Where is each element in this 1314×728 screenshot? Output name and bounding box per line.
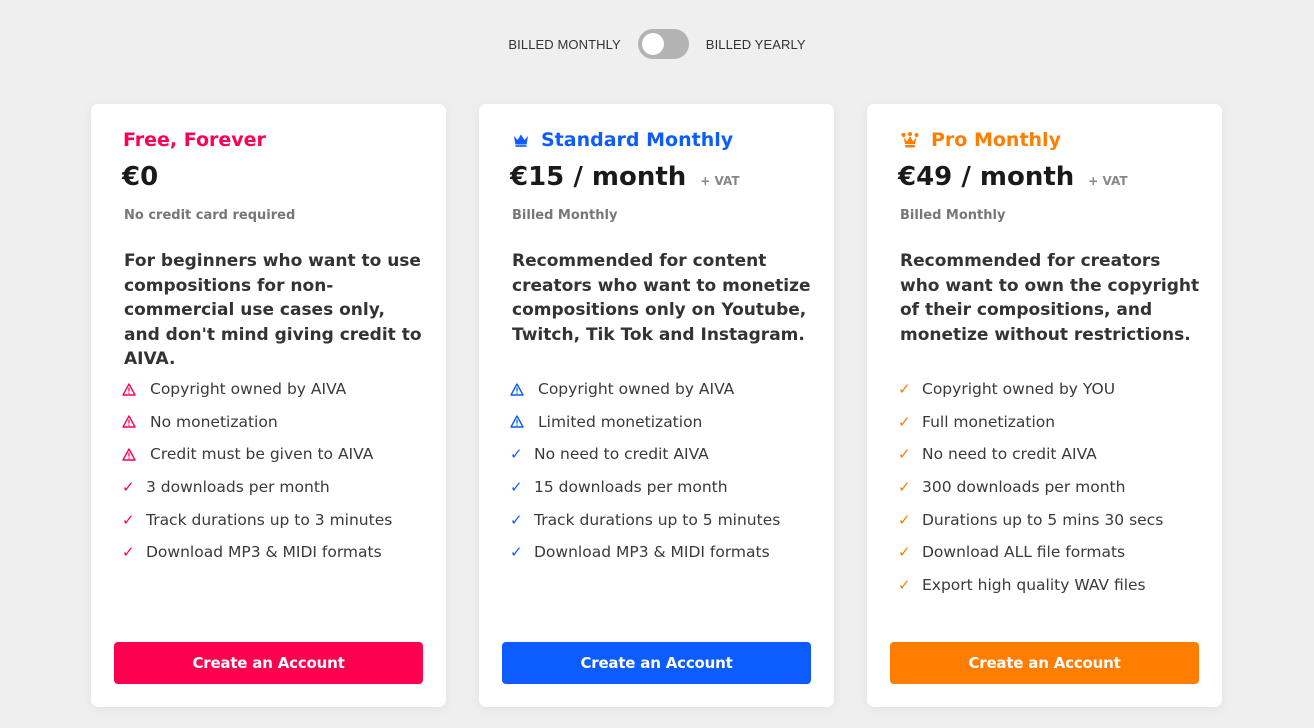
feature-text: Download ALL file formats <box>922 543 1126 562</box>
feature-item: ✓ Copyright owned by YOU <box>898 373 1163 406</box>
feature-text: Export high quality WAV files <box>922 575 1146 594</box>
feature-list: Copyright owned by AIVA No monetization Cr… <box>122 373 392 569</box>
plan-description: Recommended for content creators who wan… <box>512 251 811 345</box>
feature-item: ✓ Download MP3 & MIDI formats <box>510 536 780 569</box>
plan-title-text: Standard Monthly <box>541 129 734 151</box>
feature-list: ✓ Copyright owned by YOU ✓ Full monetizatio… <box>898 373 1163 601</box>
feature-item: ✓ Download ALL file formats <box>898 536 1163 569</box>
check-icon: ✓ <box>510 543 523 562</box>
feature-text: 15 downloads per month <box>534 478 728 497</box>
feature-text: Durations up to 5 mins 30 secs <box>922 510 1164 529</box>
check-icon: ✓ <box>898 445 911 464</box>
feature-text: No need to credit AIVA <box>534 445 709 464</box>
feature-text: No monetization <box>150 412 278 431</box>
price-row: €49 / month + VAT <box>898 162 1128 192</box>
feature-item: ✓ Download MP3 & MIDI formats <box>122 536 392 569</box>
warning-icon <box>510 415 538 429</box>
check-icon: ✓ <box>898 412 911 431</box>
switch-knob <box>641 33 664 55</box>
plan-title-text: Pro Monthly <box>931 129 1061 151</box>
feature-text: Track durations up to 5 minutes <box>534 510 781 529</box>
create-account-button-standard[interactable]: Create an Account <box>502 642 811 684</box>
feature-text: Copyright owned by AIVA <box>538 380 735 399</box>
check-icon: ✓ <box>510 510 523 529</box>
plan-title: Standard Monthly <box>511 128 733 152</box>
plan-description: Recommended for creators who want to own… <box>900 251 1200 345</box>
feature-text: Credit must be given to AIVA <box>150 445 374 464</box>
billing-toggle: BILLED MONTHLY BILLED YEARLY <box>0 29 1314 59</box>
plan-card-free: Free, Forever €0 No credit card required… <box>91 104 446 707</box>
check-icon: ✓ <box>122 478 135 497</box>
feature-text: Download MP3 & MIDI formats <box>146 543 382 562</box>
check-icon: ✓ <box>898 478 911 497</box>
feature-list: Copyright owned by AIVA Limited monetizat… <box>510 373 780 569</box>
check-icon: ✓ <box>898 543 911 562</box>
vat-label: + VAT <box>1088 174 1128 188</box>
feature-item: ✓ 300 downloads per month <box>898 471 1163 504</box>
plan-price: €49 / month <box>898 162 1075 192</box>
plan-price: €0 <box>122 162 159 192</box>
create-account-button-free[interactable]: Create an Account <box>114 642 423 684</box>
plan-title: Pro Monthly <box>899 128 1061 152</box>
feature-item: ✓ Track durations up to 3 minutes <box>122 503 392 536</box>
plan-card-pro: Pro Monthly €49 / month + VAT Billed Mon… <box>867 104 1222 707</box>
feature-text: 300 downloads per month <box>922 478 1126 497</box>
feature-item: ✓ Export high quality WAV files <box>898 569 1163 602</box>
feature-item: Copyright owned by AIVA <box>122 373 392 406</box>
warning-icon <box>510 383 538 396</box>
feature-item: No monetization <box>122 406 392 439</box>
price-row: €15 / month + VAT <box>510 162 740 192</box>
feature-item: ✓ No need to credit AIVA <box>510 438 780 471</box>
plan-subtitle: Billed Monthly <box>512 208 618 223</box>
feature-item: ✓ 15 downloads per month <box>510 471 780 504</box>
feature-text: 3 downloads per month <box>146 478 330 497</box>
check-icon: ✓ <box>510 478 523 497</box>
feature-item: Limited monetization <box>510 406 780 439</box>
feature-item: ✓ Track durations up to 5 minutes <box>510 503 780 536</box>
feature-text: Download MP3 & MIDI formats <box>534 543 770 562</box>
check-icon: ✓ <box>898 575 911 594</box>
plan-price: €15 / month <box>510 162 687 192</box>
crown-icon <box>513 133 529 147</box>
feature-text: Copyright owned by YOU <box>922 380 1116 399</box>
feature-item: ✓ 3 downloads per month <box>122 471 392 504</box>
billing-switch[interactable] <box>637 29 689 59</box>
check-icon: ✓ <box>898 380 911 399</box>
feature-text: Track durations up to 3 minutes <box>146 510 393 529</box>
billed-monthly-label[interactable]: BILLED MONTHLY <box>508 37 620 52</box>
price-row: €0 <box>122 162 158 192</box>
check-icon: ✓ <box>122 510 135 529</box>
warning-icon <box>122 383 150 396</box>
create-account-button-pro[interactable]: Create an Account <box>890 642 1199 684</box>
feature-item: ✓ Durations up to 5 mins 30 secs <box>898 503 1163 536</box>
plan-title: Free, Forever <box>123 128 266 152</box>
feature-text: No need to credit AIVA <box>922 445 1097 464</box>
warning-icon <box>122 415 150 429</box>
check-icon: ✓ <box>898 510 911 529</box>
jester-crown-icon <box>901 131 919 149</box>
plan-subtitle: Billed Monthly <box>900 208 1006 223</box>
feature-text: Limited monetization <box>538 412 703 431</box>
plan-title-text: Free, Forever <box>123 129 266 151</box>
warning-icon <box>122 448 150 461</box>
feature-text: Full monetization <box>922 412 1056 431</box>
plan-card-standard: Standard Monthly €15 / month + VAT Bille… <box>479 104 834 707</box>
check-icon: ✓ <box>510 445 523 464</box>
feature-item: ✓ No need to credit AIVA <box>898 438 1163 471</box>
feature-item: Copyright owned by AIVA <box>510 373 780 406</box>
plan-description: For beginners who want to use compositio… <box>124 251 422 370</box>
plan-subtitle: No credit card required <box>124 208 296 223</box>
feature-text: Copyright owned by AIVA <box>150 380 347 399</box>
vat-label: + VAT <box>700 174 740 188</box>
feature-item: Credit must be given to AIVA <box>122 438 392 471</box>
billed-yearly-label[interactable]: BILLED YEARLY <box>706 37 806 52</box>
check-icon: ✓ <box>122 543 135 562</box>
feature-item: ✓ Full monetization <box>898 406 1163 439</box>
